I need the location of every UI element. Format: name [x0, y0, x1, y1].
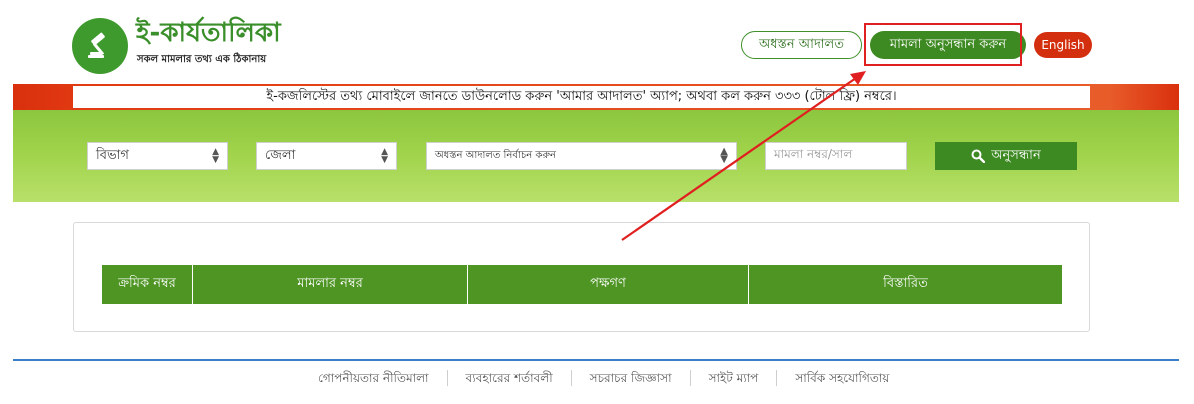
district-select-value: জেলা: [265, 147, 296, 163]
logo-gavel-icon[interactable]: [72, 18, 128, 74]
case-number-input[interactable]: মামলা নম্বর/সাল: [765, 142, 907, 170]
footer-link-terms[interactable]: ব্যবহারের শর্তাবলী: [448, 370, 571, 390]
logo-subtitle: সকল মামলার তথ্য এক ঠিকানায়: [137, 54, 267, 65]
court-select[interactable]: অধস্তন আদালত নির্বাচন করুন ▲ ▼: [426, 142, 737, 170]
footer-link-privacy[interactable]: গোপনীয়তার নীতিমালা: [300, 370, 447, 390]
select-arrows-icon: ▲ ▼: [212, 147, 219, 165]
court-select-value: অধস্তন আদালত নির্বাচন করুন: [435, 149, 557, 161]
search-button-label: অনুসন্ধান: [991, 147, 1041, 163]
language-english-button[interactable]: English: [1034, 32, 1092, 58]
notice-text: ই-কজলিস্টের তথ্য মোবাইলে জানতে ডাউনলোড ক…: [73, 86, 1090, 108]
logo-title[interactable]: ই-কার্যতালিকা: [136, 18, 281, 48]
district-select[interactable]: জেলা ▲ ▼: [256, 142, 397, 170]
division-select[interactable]: বিভাগ ▲ ▼: [87, 142, 228, 170]
annotation-highlight-box: [864, 23, 1022, 66]
column-case-number: মামলার নম্বর: [193, 265, 468, 304]
footer-links: গোপনীয়তার নীতিমালা ব্যবহারের শর্তাবলী স…: [300, 370, 907, 390]
select-arrows-icon: ▲ ▼: [381, 147, 388, 165]
search-button[interactable]: অনুসন্ধান: [935, 142, 1077, 170]
column-serial: ক্রমিক নম্বর: [102, 265, 193, 304]
search-icon: [971, 149, 986, 163]
results-table-header: ক্রমিক নম্বর মামলার নম্বর পক্ষগণ বিস্তার…: [102, 265, 1062, 304]
select-arrows-icon: ▲ ▼: [720, 146, 728, 165]
footer-link-cooperation[interactable]: সার্বিক সহযোগিতায়: [777, 370, 907, 390]
column-details: বিস্তারিত: [883, 276, 928, 291]
footer-link-faq[interactable]: সচরাচর জিজ্ঞাসা: [572, 370, 690, 390]
column-parties: পক্ষগণ: [468, 265, 749, 304]
footer-divider: [13, 359, 1179, 361]
footer-link-sitemap[interactable]: সাইট ম্যাপ: [691, 370, 777, 390]
lower-court-button[interactable]: অধস্তন আদালত: [741, 31, 862, 59]
division-select-value: বিভাগ: [96, 147, 129, 163]
